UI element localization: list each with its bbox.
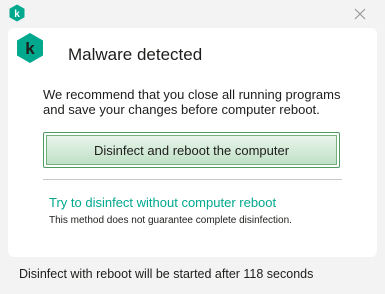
kaspersky-logo-icon: k (9, 4, 25, 22)
alert-card: k Malware detected We recommend that you… (8, 28, 377, 257)
alert-heading: Malware detected (68, 45, 203, 64)
disinfect-without-reboot-link[interactable]: Try to disinfect without computer reboot (49, 195, 276, 210)
svg-text:k: k (25, 39, 35, 58)
disinfection-warning-note: This method does not guarantee complete … (49, 215, 292, 226)
alert-message: We recommend that you close all running … (43, 87, 341, 117)
disinfect-and-reboot-button[interactable]: Disinfect and reboot the computer (43, 132, 340, 168)
alert-window: k k Malware detected We recommend that y… (0, 0, 385, 294)
kaspersky-logo-icon: k (16, 32, 44, 64)
divider (43, 179, 342, 180)
title-bar: k (0, 0, 385, 26)
close-icon (354, 8, 366, 20)
close-button[interactable] (352, 6, 368, 22)
reboot-countdown-status: Disinfect with reboot will be started af… (19, 267, 314, 281)
svg-text:k: k (14, 9, 20, 20)
disinfect-and-reboot-button-label: Disinfect and reboot the computer (46, 135, 337, 165)
